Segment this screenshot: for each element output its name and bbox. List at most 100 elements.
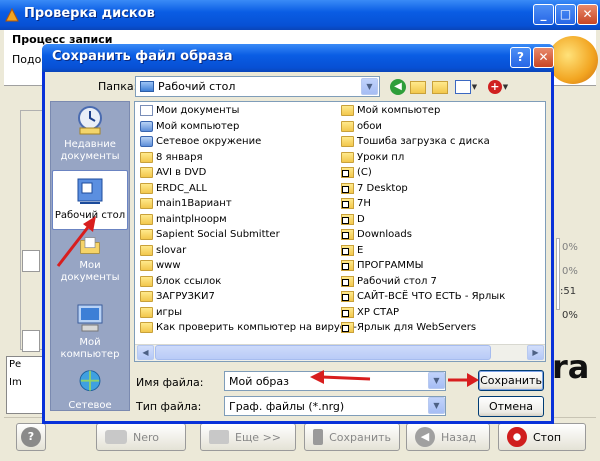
file-item[interactable]: slovar <box>140 243 186 258</box>
file-name: XP СТАР <box>357 306 400 318</box>
file-item[interactable]: Ярлык для WebServers <box>341 320 476 335</box>
file-name: Мой компьютер <box>156 120 240 132</box>
new-folder-button[interactable] <box>430 77 450 97</box>
place-network[interactable]: Сетевое <box>52 368 128 412</box>
chevron-down-icon: ▼ <box>502 83 509 91</box>
file-item[interactable]: обои <box>341 119 382 134</box>
shortcut-icon <box>341 229 354 240</box>
network-icon <box>79 370 101 392</box>
file-item[interactable]: Рабочий стол 7 <box>341 274 437 289</box>
bg-close-button[interactable]: ✕ <box>577 4 598 25</box>
folder-select-value: Рабочий стол <box>158 80 236 93</box>
save-button[interactable]: Сохранить <box>478 370 544 391</box>
folder-icon <box>341 136 354 147</box>
dialog-close-button[interactable]: ✕ <box>533 47 554 68</box>
bg-progress-bar <box>556 238 560 310</box>
bg-minimize-button[interactable]: _ <box>533 4 554 25</box>
recent-docs-icon <box>78 106 102 135</box>
tools-button[interactable]: + ▼ <box>484 77 512 97</box>
scrollbar-thumb[interactable] <box>155 345 491 360</box>
filetype-select[interactable]: Граф. файлы (*.nrg) <box>224 396 446 416</box>
file-item[interactable]: Downloads <box>341 227 412 242</box>
scroll-left-button[interactable]: ◀ <box>137 345 154 360</box>
file-name: E <box>357 244 364 256</box>
file-item[interactable]: Сетевое окружение <box>140 134 261 149</box>
folder-icon <box>140 229 153 240</box>
file-item[interactable]: www <box>140 258 181 273</box>
file-item[interactable]: main1Вариант <box>140 196 232 211</box>
nero-logo-icon <box>548 36 598 84</box>
file-item[interactable]: Уроки пл <box>341 150 404 165</box>
file-item[interactable]: AVI в DVD <box>140 165 206 180</box>
file-item[interactable]: Тошиба загрузка с диска <box>341 134 490 149</box>
system-icon <box>140 120 153 132</box>
chevron-down-icon[interactable]: ▼ <box>428 372 445 389</box>
chevron-down-icon[interactable]: ▼ <box>361 78 378 95</box>
shortcut-icon <box>341 182 354 194</box>
file-item[interactable]: ПРОГРАММЫ <box>341 258 423 273</box>
place-recent-documents[interactable]: Недавние документы <box>52 104 128 166</box>
dialog-title: Сохранить файл образа <box>52 49 233 64</box>
file-name: 7 Desktop <box>357 182 408 194</box>
bg-more-button[interactable]: Еще >> <box>200 423 296 451</box>
file-item[interactable]: Мой компьютер <box>341 103 440 118</box>
file-name: Рабочий стол 7 <box>357 275 437 287</box>
file-name: maintplнoopм <box>156 213 227 225</box>
file-name: Ярлык для WebServers <box>357 322 477 333</box>
new-folder-icon <box>432 80 448 94</box>
bg-nero-button[interactable]: Nero <box>96 423 186 451</box>
up-folder-button[interactable] <box>408 77 428 97</box>
bg-maximize-button[interactable]: □ <box>555 4 576 25</box>
filetype-label: Тип файла: <box>136 400 202 413</box>
file-item[interactable]: Sapient Social Submitter <box>140 227 280 242</box>
file-item[interactable]: (C) <box>341 165 372 180</box>
chevron-down-icon[interactable]: ▼ <box>428 397 445 414</box>
file-item[interactable]: игры <box>140 305 182 320</box>
file-item[interactable]: блок ссылок <box>140 274 221 289</box>
folder-icon <box>140 275 153 287</box>
bg-log-panel: Ре Im <box>6 356 44 414</box>
shortcut-icon <box>341 213 354 225</box>
file-item[interactable]: Как проверить компьютер на вирусы- <box>140 320 357 335</box>
bg-help-button[interactable]: ? <box>16 423 46 451</box>
file-item[interactable]: XP СТАР <box>341 305 399 320</box>
place-label: Мой компьютер <box>60 337 120 360</box>
file-item[interactable]: Мои документы <box>140 103 239 118</box>
file-item[interactable]: 7 Desktop <box>341 181 408 196</box>
cancel-button[interactable]: Отмена <box>478 396 544 417</box>
scroll-right-button[interactable]: ▶ <box>527 345 544 360</box>
bg-field-stub <box>22 250 40 272</box>
file-item[interactable]: Мой компьютер <box>140 119 239 134</box>
file-item[interactable]: ЗАГРУЗКИ7 <box>140 289 215 304</box>
nero-brand-text: ra <box>552 348 590 386</box>
file-name: www <box>156 260 181 271</box>
folder-select[interactable]: Рабочий стол ▼ <box>135 76 380 97</box>
document-icon <box>140 105 153 116</box>
file-name: 7H <box>357 198 371 209</box>
file-item[interactable]: 7H <box>341 196 371 211</box>
bg-stop-button[interactable]: Стоп <box>498 423 586 451</box>
bg-back-button[interactable]: ◀ Назад <box>406 423 490 451</box>
bg-save-button[interactable]: Сохранить <box>304 423 400 451</box>
shortcut-icon <box>341 260 354 271</box>
file-item[interactable]: ERDC_ALL <box>140 181 207 196</box>
folder-icon <box>341 151 354 163</box>
view-menu-button[interactable]: ▼ <box>452 77 480 97</box>
tools-icon: + <box>487 80 502 94</box>
file-item[interactable]: 8 января <box>140 150 202 165</box>
back-button[interactable]: ◀ <box>388 77 408 97</box>
shortcut-icon <box>341 244 354 256</box>
file-item[interactable]: D <box>341 212 365 227</box>
file-name: main1Вариант <box>156 198 232 209</box>
place-my-computer[interactable]: Мой компьютер <box>52 302 128 362</box>
window-icon <box>209 430 229 444</box>
annotation-arrow-desktop <box>56 216 96 267</box>
dialog-help-button[interactable]: ? <box>510 47 531 68</box>
file-item[interactable]: САЙТ-ВСЁ ЧТО ЕСТЬ - Ярлык <box>341 289 505 304</box>
folder-icon <box>140 291 153 302</box>
filename-label: Имя файла: <box>136 376 204 389</box>
chevron-down-icon: ▼ <box>471 83 478 91</box>
file-item[interactable]: maintplнoopм <box>140 212 227 227</box>
bg-nero-label: Nero <box>133 430 160 444</box>
file-item[interactable]: E <box>341 243 363 258</box>
